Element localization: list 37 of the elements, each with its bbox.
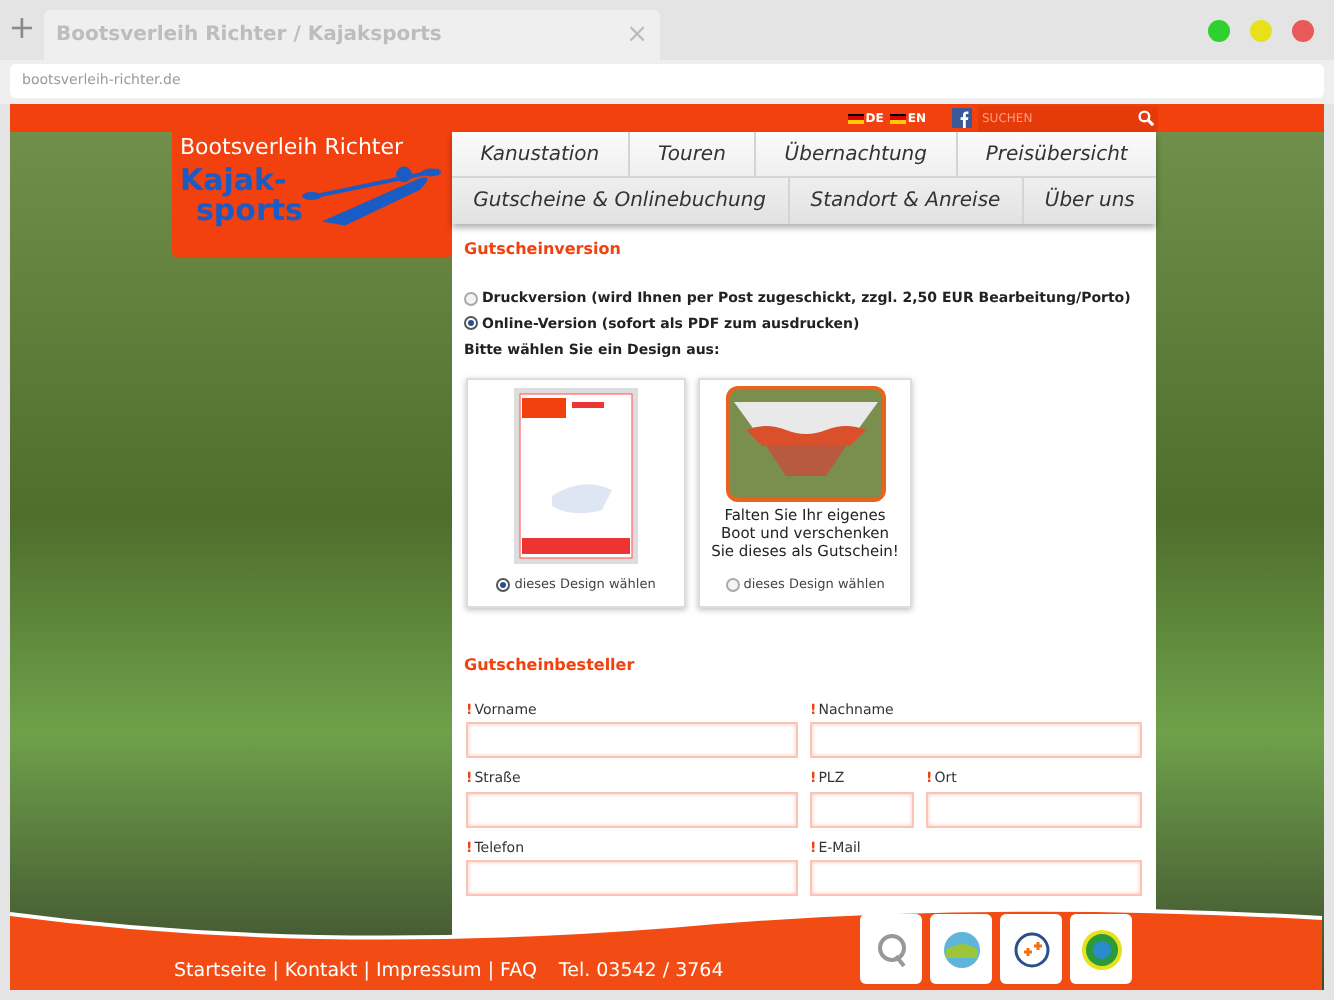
input-field[interactable]: [466, 860, 798, 896]
search-icon[interactable]: [1138, 110, 1154, 126]
input-field[interactable]: [466, 722, 798, 758]
quality-seal-icon[interactable]: [860, 914, 922, 984]
new-tab-button[interactable]: +: [8, 12, 36, 44]
footer-link[interactable]: FAQ: [500, 957, 537, 986]
ring-badge-icon[interactable]: [1070, 914, 1132, 984]
footer-link[interactable]: Impressum: [376, 957, 482, 986]
nav-link[interactable]: Übernachtung: [756, 132, 958, 176]
input-field[interactable]: [810, 791, 914, 827]
footer-link[interactable]: Startseite: [174, 957, 267, 986]
nav-link[interactable]: Gutscheine & Onlinebuchung: [452, 178, 790, 224]
input-field[interactable]: [466, 791, 798, 827]
input-field[interactable]: [810, 722, 1142, 758]
radio-button[interactable]: [464, 291, 478, 306]
nav-link[interactable]: Touren: [629, 132, 757, 176]
radio-button[interactable]: [464, 316, 478, 331]
logo-title: Bootsverleih Richter: [180, 134, 406, 162]
logo-text: sports: [196, 196, 303, 226]
nav-link[interactable]: Über uns: [1023, 178, 1156, 224]
section-heading: Gutscheinversion: [464, 238, 623, 262]
nav-link[interactable]: Preisübersicht: [957, 132, 1157, 176]
nav-link[interactable]: Standort & Anreise: [789, 178, 1024, 224]
radio-button[interactable]: [496, 578, 511, 593]
separator: |: [272, 957, 279, 986]
kayaker-icon: [302, 162, 444, 230]
facebook-icon[interactable]: [952, 108, 972, 128]
separator: |: [363, 957, 370, 986]
input-field[interactable]: [926, 791, 1142, 827]
phone-number: Tel. 03542 / 3764: [558, 957, 724, 986]
section-heading: Gutscheinbesteller: [464, 653, 637, 677]
radio-button[interactable]: [725, 578, 740, 593]
nav-link[interactable]: Kanustation: [452, 132, 630, 176]
input-field[interactable]: [810, 860, 1142, 896]
logo-text: Kajak-: [180, 166, 289, 196]
footer-link[interactable]: Kontakt: [284, 957, 358, 986]
separator: |: [487, 957, 495, 986]
